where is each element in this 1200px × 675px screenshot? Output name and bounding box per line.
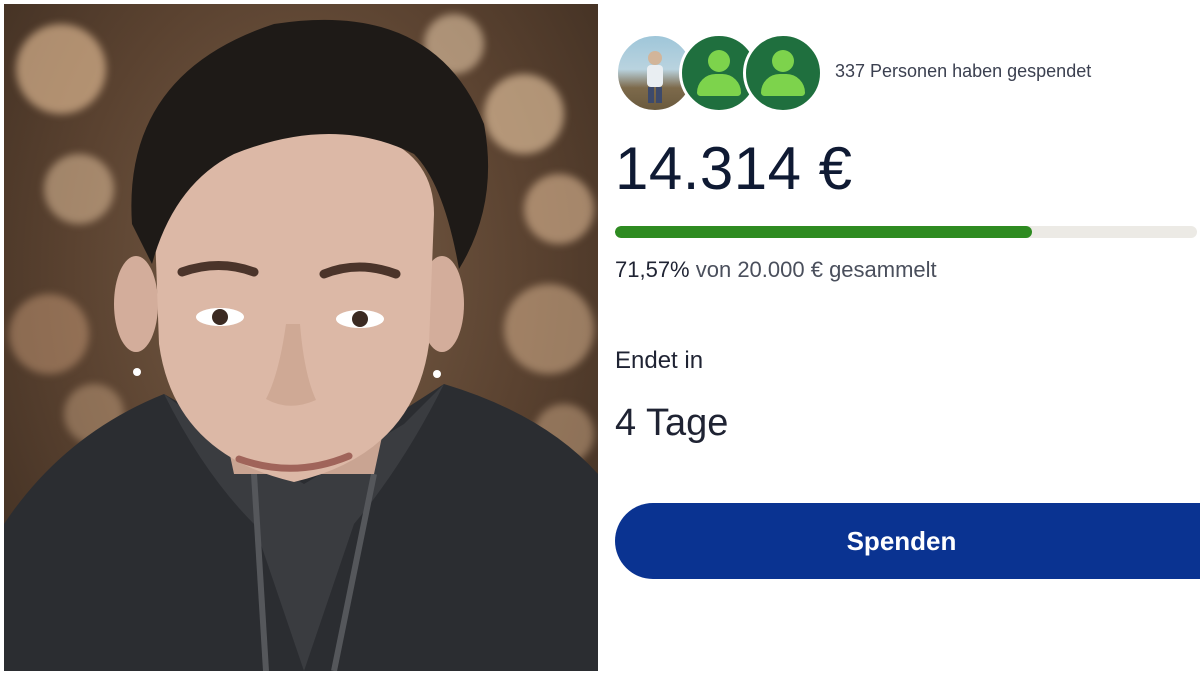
progress-bar-fill (615, 226, 1032, 238)
donor-summary: 337 Personen haben gespendet (615, 33, 1200, 113)
portrait-illustration (4, 19, 598, 671)
ends-in-value: 4 Tage (615, 402, 729, 444)
progress-bar (615, 226, 1197, 238)
campaign-photo (4, 4, 598, 671)
donor-avatar-anonymous (743, 33, 823, 113)
donors-count[interactable]: 337 Personen haben gespendet (835, 61, 1091, 82)
progress-text: 71,57% von 20.000 € gesammelt (615, 257, 937, 283)
progress-percent: 71,57% (615, 257, 690, 282)
progress-goal-text: von 20.000 € gesammelt (689, 257, 937, 282)
donate-button[interactable]: Spenden (615, 503, 1200, 579)
ends-in-label: Endet in (615, 347, 704, 374)
campaign-panel: 337 Personen haben gespendet 14.314 € 71… (615, 0, 1200, 675)
amount-raised: 14.314 € (615, 135, 853, 202)
